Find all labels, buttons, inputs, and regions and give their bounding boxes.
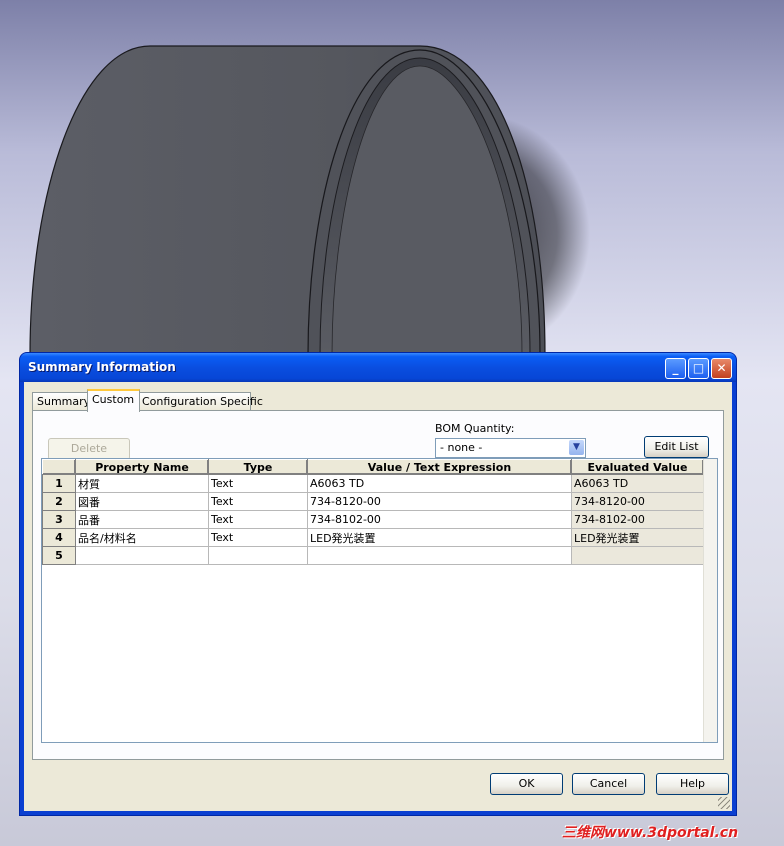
help-button[interactable]: Help bbox=[656, 773, 729, 795]
properties-grid[interactable]: Property Name Type Value / Text Expressi… bbox=[41, 458, 718, 743]
properties-table: Property Name Type Value / Text Expressi… bbox=[42, 459, 704, 565]
row-number[interactable]: 2 bbox=[42, 492, 76, 511]
chevron-down-icon[interactable]: ▼ bbox=[569, 440, 584, 455]
row-number[interactable]: 4 bbox=[42, 528, 76, 547]
custom-properties-panel: Delete BOM Quantity: - none - ▼ Edit Lis… bbox=[32, 410, 724, 760]
column-header-type[interactable]: Type bbox=[208, 459, 308, 475]
type-cell[interactable]: Text bbox=[208, 474, 308, 493]
maximize-icon: □ bbox=[692, 361, 705, 375]
header-row: Property Name Type Value / Text Expressi… bbox=[42, 459, 704, 475]
value-cell[interactable]: 734-8102-00 bbox=[307, 510, 572, 529]
dialog-client: Summary Custom Configuration Specific De… bbox=[24, 382, 732, 811]
maximize-button[interactable]: □ bbox=[688, 358, 709, 379]
dialog-title: Summary Information bbox=[28, 360, 176, 374]
column-header-evaluated-value[interactable]: Evaluated Value bbox=[571, 459, 704, 475]
resize-grip-icon[interactable] bbox=[718, 797, 730, 809]
evaluated-value-cell: A6063 TD bbox=[571, 474, 704, 493]
close-button[interactable]: ✕ bbox=[711, 358, 732, 379]
minimize-button[interactable]: _ bbox=[665, 358, 686, 379]
evaluated-value-cell: 734-8120-00 bbox=[571, 492, 704, 511]
row-number[interactable]: 1 bbox=[42, 474, 76, 493]
property-name-cell[interactable]: 品名/材料名 bbox=[75, 528, 209, 547]
table-row: 5 bbox=[42, 546, 704, 565]
type-cell[interactable] bbox=[208, 546, 308, 565]
bom-quantity-value: - none - bbox=[440, 441, 483, 454]
table-row: 3 品番 Text 734-8102-00 734-8102-00 bbox=[42, 510, 704, 529]
evaluated-value-cell bbox=[571, 546, 704, 565]
edit-list-button[interactable]: Edit List bbox=[644, 436, 709, 458]
ok-button[interactable]: OK bbox=[490, 773, 563, 795]
property-name-cell[interactable]: 材質 bbox=[75, 474, 209, 493]
cancel-button[interactable]: Cancel bbox=[572, 773, 645, 795]
column-header-value-expression[interactable]: Value / Text Expression bbox=[307, 459, 572, 475]
table-row: 4 品名/材料名 Text LED発光装置 LED発光装置 bbox=[42, 528, 704, 547]
type-cell[interactable]: Text bbox=[208, 510, 308, 529]
table-row: 2 図番 Text 734-8120-00 734-8120-00 bbox=[42, 492, 704, 511]
value-cell[interactable]: A6063 TD bbox=[307, 474, 572, 493]
summary-information-dialog: Summary Information _ □ ✕ Summary Custom… bbox=[20, 353, 736, 815]
close-icon: ✕ bbox=[716, 361, 727, 375]
property-name-cell[interactable]: 図番 bbox=[75, 492, 209, 511]
delete-button[interactable]: Delete bbox=[48, 438, 130, 460]
row-number[interactable]: 3 bbox=[42, 510, 76, 529]
watermark-text: 三维网www.3dportal.cn bbox=[562, 825, 739, 841]
evaluated-value-cell: LED発光装置 bbox=[571, 528, 704, 547]
row-number[interactable]: 5 bbox=[42, 546, 76, 565]
value-cell[interactable]: 734-8120-00 bbox=[307, 492, 572, 511]
minimize-icon: _ bbox=[672, 361, 679, 375]
evaluated-value-cell: 734-8102-00 bbox=[571, 510, 704, 529]
value-cell[interactable] bbox=[307, 546, 572, 565]
bom-quantity-label: BOM Quantity: bbox=[435, 422, 515, 435]
bom-quantity-select[interactable]: - none - ▼ bbox=[435, 438, 586, 458]
type-cell[interactable]: Text bbox=[208, 492, 308, 511]
type-cell[interactable]: Text bbox=[208, 528, 308, 547]
column-header-property-name[interactable]: Property Name bbox=[75, 459, 209, 475]
property-name-cell[interactable] bbox=[75, 546, 209, 565]
corner-header bbox=[42, 459, 76, 475]
grid-scrollbar[interactable] bbox=[703, 459, 717, 742]
title-bar[interactable]: Summary Information _ □ ✕ bbox=[20, 353, 736, 382]
property-name-cell[interactable]: 品番 bbox=[75, 510, 209, 529]
value-cell[interactable]: LED発光装置 bbox=[307, 528, 572, 547]
table-row: 1 材質 Text A6063 TD A6063 TD bbox=[42, 474, 704, 493]
tab-configuration-specific[interactable]: Configuration Specific bbox=[137, 392, 263, 410]
tab-summary[interactable]: Summary bbox=[32, 392, 94, 410]
tab-custom[interactable]: Custom bbox=[87, 389, 140, 412]
